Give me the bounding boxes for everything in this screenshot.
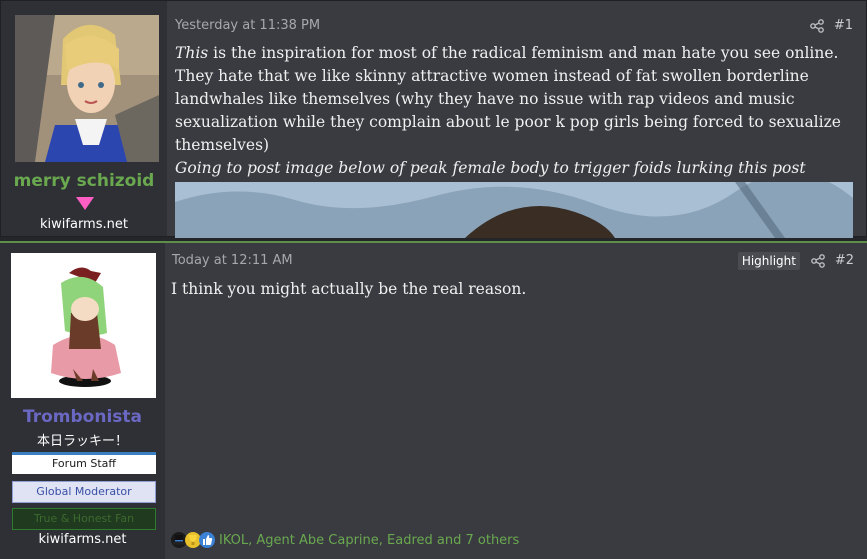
share-icon[interactable]	[810, 19, 824, 33]
highlight-button[interactable]: Highlight	[737, 252, 800, 270]
body-text: is the inspiration for most of the radic…	[175, 44, 841, 154]
post-number[interactable]: #2	[835, 253, 854, 268]
user-site: kiwifarms.net	[40, 217, 128, 232]
avatar[interactable]	[11, 253, 156, 398]
banner-forum-staff: Forum Staff	[12, 452, 156, 474]
reactions-bar[interactable]: IKOL, Agent Abe Caprine, Eadred and 7 ot…	[171, 531, 519, 549]
post-date[interactable]: Yesterday at 11:38 PM	[175, 18, 320, 33]
emphasis-text: This	[175, 44, 209, 62]
post-date[interactable]: Today at 12:11 AM	[172, 253, 293, 268]
banner-true-honest-fan: True & Honest Fan	[12, 508, 156, 530]
post-body: This is the inspiration for most of the …	[175, 42, 855, 180]
post-2: Trombonista 本日ラッキー！ Forum Staff Global M…	[0, 241, 867, 559]
post-1-main: Yesterday at 11:38 PM #1 This is the ins…	[167, 1, 866, 238]
like-icon	[199, 532, 215, 548]
post-body: I think you might actually be the real r…	[171, 280, 527, 298]
banner-global-moderator: Global Moderator	[12, 481, 156, 503]
user-title: 本日ラッキー！	[36, 434, 128, 449]
italic-line: Going to post image below of peak female…	[175, 159, 806, 177]
username[interactable]: Trombonista	[0, 407, 165, 427]
gender-icon	[76, 197, 94, 210]
username[interactable]: merry schizoid	[1, 171, 167, 191]
reactions-text[interactable]: IKOL, Agent Abe Caprine, Eadred and 7 ot…	[219, 533, 519, 548]
post-number[interactable]: #1	[834, 18, 853, 33]
post-1-user-cell: merry schizoid kiwifarms.net	[1, 1, 167, 236]
post-image[interactable]	[175, 182, 853, 238]
post-1: merry schizoid kiwifarms.net Yesterday a…	[0, 0, 867, 238]
post-2-main: Today at 12:11 AM Highlight #2 I think y…	[165, 243, 867, 559]
share-icon[interactable]	[811, 254, 825, 268]
avatar[interactable]	[15, 15, 159, 162]
user-site: kiwifarms.net	[38, 532, 127, 547]
post-2-user-cell: Trombonista 本日ラッキー！ Forum Staff Global M…	[0, 243, 165, 559]
